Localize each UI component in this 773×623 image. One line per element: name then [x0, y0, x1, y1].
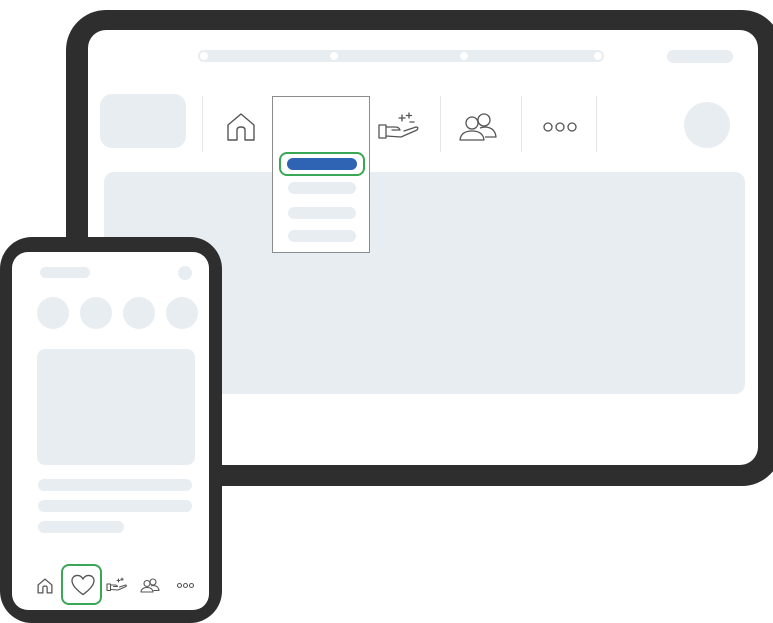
selected-item-highlight[interactable] [279, 152, 365, 176]
progress-dot [458, 50, 470, 62]
people-icon [459, 113, 497, 141]
phone-text-line [38, 479, 192, 491]
progress-dot [328, 50, 340, 62]
progress-dot [198, 50, 210, 62]
dropdown-item[interactable] [288, 230, 356, 242]
story-circle[interactable] [37, 297, 69, 329]
tablet-top-right-pill [667, 50, 733, 63]
heart-icon [71, 574, 95, 596]
nav-separator [521, 96, 522, 152]
phone-text-line [38, 500, 192, 512]
phone-title-bar [40, 267, 90, 278]
tab-heart-selected[interactable] [61, 564, 102, 605]
phone-status-dot [178, 266, 192, 280]
dropdown-item-selected[interactable] [287, 158, 357, 170]
phone-content-card [37, 349, 195, 465]
nav-separator [596, 96, 597, 152]
nav-donate[interactable] [377, 110, 421, 144]
tab-more[interactable] [177, 582, 194, 589]
donate-hand-icon [378, 112, 419, 139]
donate-hand-icon [106, 577, 127, 592]
story-circle[interactable] [80, 297, 112, 329]
story-circle[interactable] [166, 297, 198, 329]
heart-dropdown-menu [272, 96, 370, 253]
tab-people[interactable] [140, 578, 160, 593]
more-dots-icon [177, 582, 194, 589]
dropdown-item[interactable] [288, 207, 356, 219]
tab-home[interactable] [36, 577, 54, 595]
home-icon [37, 578, 53, 594]
phone-text-line [38, 521, 124, 533]
nav-separator [440, 96, 441, 152]
logo-placeholder [100, 94, 186, 148]
nav-separator [202, 96, 203, 152]
tablet-top-bar [198, 50, 604, 62]
story-circle[interactable] [123, 297, 155, 329]
more-dots-icon [543, 122, 577, 132]
nav-more[interactable] [543, 121, 577, 133]
avatar[interactable] [684, 102, 730, 148]
nav-home[interactable] [224, 110, 258, 144]
people-icon [140, 578, 160, 593]
dropdown-item[interactable] [288, 182, 356, 194]
home-icon [227, 113, 255, 141]
tab-donate[interactable] [106, 576, 128, 594]
progress-dot [592, 50, 604, 62]
nav-people[interactable] [458, 112, 498, 142]
